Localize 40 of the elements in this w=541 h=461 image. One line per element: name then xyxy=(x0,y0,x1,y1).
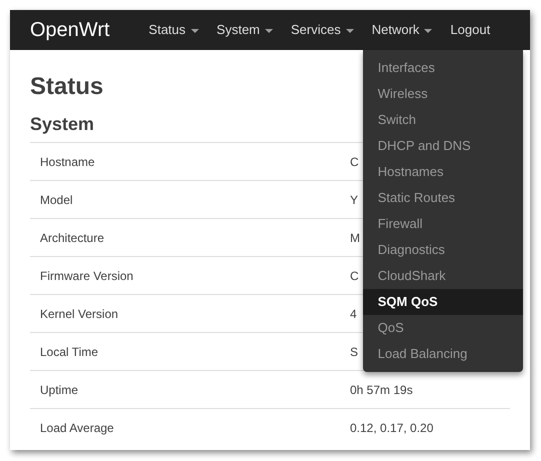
dropdown-item[interactable]: Wireless xyxy=(362,81,523,107)
row-value: C xyxy=(350,268,359,284)
dropdown-item[interactable]: Static Routes xyxy=(362,185,523,211)
dropdown-item[interactable]: Hostnames xyxy=(362,159,523,185)
caret-icon xyxy=(264,29,273,33)
caret-icon xyxy=(190,29,199,33)
nav-menu[interactable]: Services xyxy=(282,10,363,50)
caret-icon xyxy=(346,29,354,33)
section-title: System xyxy=(30,113,94,136)
row-value: S xyxy=(350,344,358,360)
row-value: 0h 57m 19s xyxy=(350,382,413,398)
caret-icon xyxy=(424,29,432,33)
row-label: Load Average xyxy=(39,420,115,436)
row-value: Y xyxy=(350,192,358,208)
dropdown-item[interactable]: Load Balancing xyxy=(362,341,523,367)
nav-menu[interactable]: Status xyxy=(140,10,208,50)
nav-link[interactable]: Logout xyxy=(441,10,500,50)
nav-menu[interactable]: Network xyxy=(362,10,442,50)
row-label: Uptime xyxy=(39,382,80,398)
dropdown-item[interactable]: CloudShark xyxy=(362,263,523,289)
brand-logo[interactable]: OpenWrt xyxy=(30,15,110,45)
dropdown-item[interactable]: SQM QoS xyxy=(362,289,523,315)
row-label: Firmware Version xyxy=(39,268,134,284)
row-label: Hostname xyxy=(39,154,96,170)
nav-menu[interactable]: System xyxy=(208,10,282,50)
page-title: Status xyxy=(30,72,104,102)
row-value: C xyxy=(350,154,359,170)
dropdown-item[interactable]: Switch xyxy=(362,107,523,133)
row-label: Model xyxy=(39,192,74,208)
row-label: Architecture xyxy=(39,230,106,246)
row-label: Local Time xyxy=(39,344,100,360)
row-label: Kernel Version xyxy=(39,306,120,322)
dropdown-item[interactable]: QoS xyxy=(362,315,523,341)
dropdown-item[interactable]: Diagnostics xyxy=(362,237,523,263)
dropdown-item[interactable]: Firewall xyxy=(362,211,523,237)
dropdown-item[interactable]: Interfaces xyxy=(362,55,523,81)
row-value: 4 xyxy=(350,306,357,322)
row-value: M xyxy=(350,230,360,246)
row-value: 0.12, 0.17, 0.20 xyxy=(350,420,434,436)
dropdown-item[interactable]: DHCP and DNS xyxy=(362,133,523,159)
